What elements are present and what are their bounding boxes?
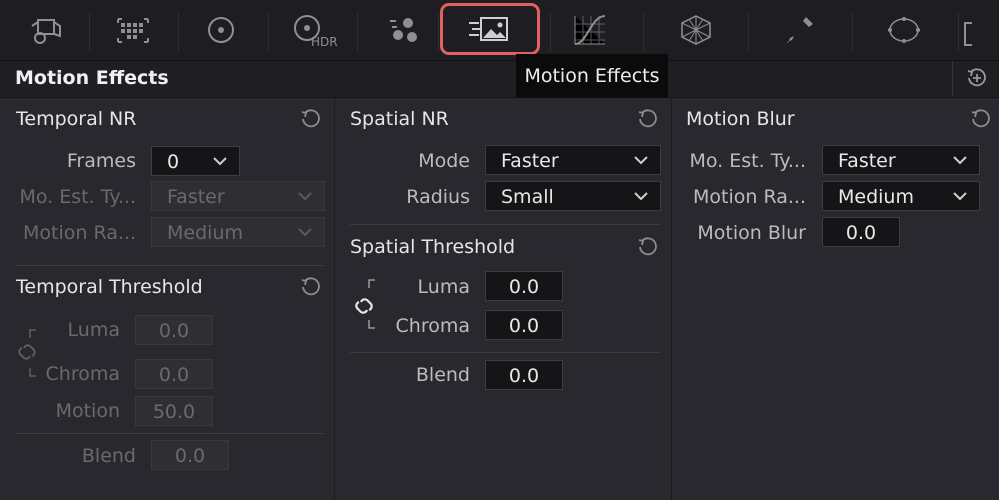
motion-range-value: Medium — [167, 222, 243, 244]
luma-value: 0.0 — [508, 276, 540, 298]
luma-label: Luma — [67, 319, 120, 341]
luma-field[interactable]: 0.0 — [485, 271, 563, 301]
chroma-label: Chroma — [45, 363, 120, 385]
chevron-down-icon — [953, 156, 967, 165]
motion-label: Motion — [55, 400, 120, 422]
reset-all-icon[interactable] — [966, 67, 988, 93]
mode-label: Mode — [418, 150, 470, 172]
curves-icon[interactable] — [560, 8, 620, 52]
chroma-field[interactable]: 0.0 — [485, 310, 563, 340]
mo-est-type-value: Faster — [838, 150, 896, 172]
motion-range-label: Motion Ra... — [693, 186, 806, 208]
blend-label: Blend — [415, 364, 470, 386]
link-icon[interactable] — [353, 276, 381, 336]
motion-range-label: Motion Ra... — [23, 222, 136, 244]
link-icon[interactable] — [18, 326, 42, 382]
chroma-value: 0.0 — [158, 364, 190, 386]
color-match-icon[interactable] — [103, 8, 163, 52]
motion-field[interactable]: 50.0 — [135, 396, 213, 426]
motion-range-dropdown[interactable]: Medium — [151, 217, 325, 247]
section-title-spatial-threshold: Spatial Threshold — [350, 236, 516, 258]
qualifier-eyedropper-icon[interactable] — [770, 8, 830, 52]
blend-value: 0.0 — [174, 445, 206, 467]
motion-blur-field[interactable]: 0.0 — [822, 217, 900, 247]
radius-dropdown[interactable]: Small — [485, 181, 661, 211]
chevron-down-icon — [953, 192, 967, 201]
luma-label: Luma — [417, 276, 470, 298]
section-title-temporal-threshold: Temporal Threshold — [16, 276, 203, 298]
chevron-down-icon — [298, 192, 312, 201]
chevron-down-icon — [298, 228, 312, 237]
section-title-spatial-nr: Spatial NR — [350, 108, 449, 130]
radius-label: Radius — [406, 186, 470, 208]
motion-blur-column: Motion Blur Mo. Est. Ty... Faster Motion… — [672, 98, 999, 500]
reset-icon[interactable] — [637, 108, 659, 130]
radius-value: Small — [501, 186, 554, 208]
window-circle-icon[interactable] — [874, 8, 934, 52]
more-tools-icon[interactable] — [964, 22, 972, 46]
motion-effects-icon[interactable] — [440, 3, 540, 55]
frames-label: Frames — [66, 150, 136, 172]
temporal-nr-column: Temporal NR Frames 0 Mo. Est. Ty... Fast… — [0, 98, 334, 500]
mode-value: Faster — [501, 150, 559, 172]
page-title: Motion Effects — [15, 67, 169, 89]
blend-field[interactable]: 0.0 — [485, 360, 563, 390]
color-warper-icon[interactable] — [666, 8, 726, 52]
motion-range-value: Medium — [838, 186, 914, 208]
blend-field[interactable]: 0.0 — [151, 440, 229, 470]
reset-icon[interactable] — [970, 108, 992, 130]
luma-field[interactable]: 0.0 — [135, 315, 213, 345]
motion-value: 50.0 — [152, 401, 196, 423]
luma-value: 0.0 — [158, 320, 190, 342]
frames-dropdown[interactable]: 0 — [151, 146, 240, 176]
motion-blur-value: 0.0 — [845, 222, 877, 244]
mo-est-type-value: Faster — [167, 186, 225, 208]
blend-label: Blend — [81, 445, 136, 467]
section-title-temporal-nr: Temporal NR — [16, 108, 137, 130]
motion-blur-label: Motion Blur — [697, 222, 806, 244]
reset-icon[interactable] — [637, 236, 659, 258]
chevron-down-icon — [634, 156, 648, 165]
rgb-mixer-icon[interactable] — [374, 8, 434, 52]
hdr-wheel-icon[interactable]: HDR — [283, 8, 343, 52]
chroma-field[interactable]: 0.0 — [135, 359, 213, 389]
reset-icon[interactable] — [300, 108, 322, 130]
chroma-value: 0.0 — [508, 315, 540, 337]
chevron-down-icon — [634, 192, 648, 201]
blend-value: 0.0 — [508, 365, 540, 387]
chevron-down-icon — [213, 157, 227, 166]
svg-text:HDR: HDR — [311, 35, 338, 48]
primaries-wheel-icon[interactable] — [191, 8, 251, 52]
camera-raw-icon[interactable] — [16, 8, 76, 52]
palette-header: Motion Effects — [0, 61, 999, 98]
tooltip: Motion Effects — [516, 54, 668, 98]
mo-est-type-dropdown[interactable]: Faster — [822, 145, 980, 175]
section-title-motion-blur: Motion Blur — [686, 108, 795, 130]
mo-est-type-dropdown[interactable]: Faster — [151, 181, 325, 211]
motion-range-dropdown[interactable]: Medium — [822, 181, 980, 211]
palette-toolbar: HDR — [0, 0, 999, 61]
mo-est-type-label: Mo. Est. Ty... — [689, 150, 807, 172]
frames-value: 0 — [167, 151, 180, 173]
reset-icon[interactable] — [300, 276, 322, 298]
mode-dropdown[interactable]: Faster — [485, 145, 661, 175]
chroma-label: Chroma — [395, 315, 470, 337]
mo-est-type-label: Mo. Est. Ty... — [19, 186, 137, 208]
spatial-nr-column: Spatial NR Mode Faster Radius Small Spat… — [335, 98, 671, 500]
